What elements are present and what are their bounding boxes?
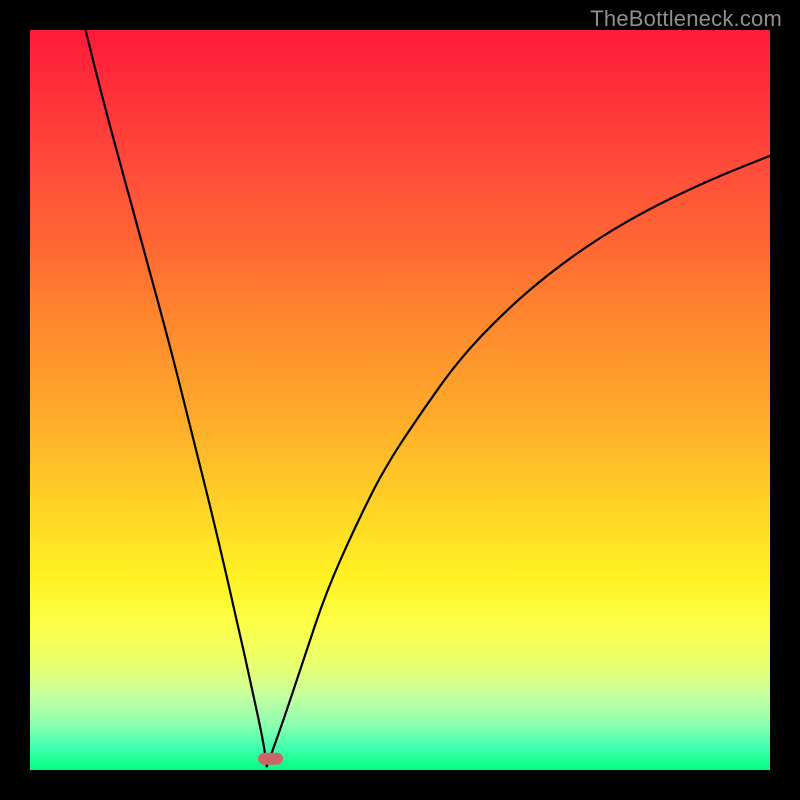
minimum-marker: [258, 753, 284, 766]
curve-right: [267, 156, 770, 767]
curve-left: [86, 30, 267, 766]
curve-svg: [30, 30, 770, 770]
plot-area: [30, 30, 770, 770]
watermark-text: TheBottleneck.com: [590, 6, 782, 32]
chart-frame: TheBottleneck.com: [0, 0, 800, 800]
